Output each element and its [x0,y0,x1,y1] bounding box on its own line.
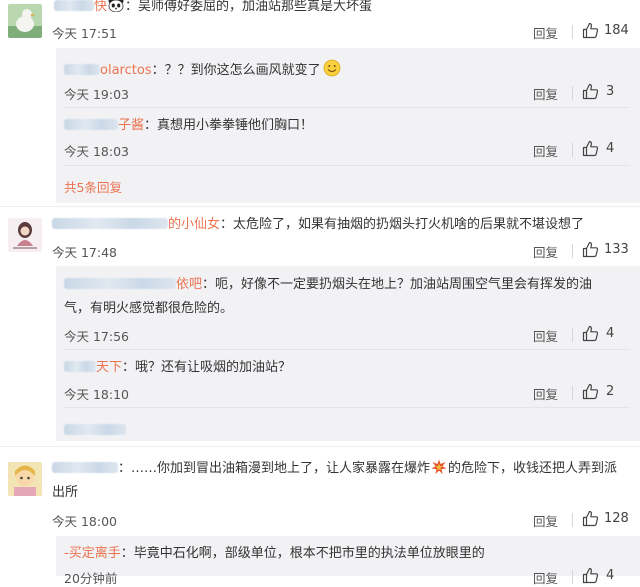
reply-username[interactable]: 天下 [96,360,122,375]
username-blur [52,218,168,229]
username-blur [64,278,176,289]
reply-button[interactable]: 回复 [533,242,558,261]
smile-emoji [323,59,341,83]
comment-username[interactable]: 的小仙女 [168,217,220,232]
comment-time: 今天 18:00 [52,514,117,529]
reply-username[interactable]: 子酱 [118,118,144,133]
divider [572,328,573,342]
divider [64,407,630,408]
reply-username[interactable]: olarctos [100,63,152,78]
username-blur [64,64,100,75]
divider [0,206,640,207]
reply-time: 今天 18:10 [64,387,129,402]
divider [64,107,630,108]
like-count: 2 [606,384,615,399]
avatar[interactable] [8,4,42,38]
divider [572,513,573,527]
reply-text: ：？？到你这怎么画风就变了 [151,63,321,78]
comment-time: 今天 17:51 [52,26,117,41]
reply-button[interactable]: 回复 [533,84,558,103]
reply-button[interactable]: 回复 [533,384,558,403]
avatar[interactable] [8,218,42,252]
reply-time: 今天 17:56 [64,329,129,344]
like-count: 133 [604,242,629,257]
thumbs-up-icon[interactable] [582,241,599,258]
reply-username[interactable]: 依吧 [176,277,202,292]
reply-button[interactable]: 回复 [533,326,558,345]
reply-button[interactable]: 回复 [533,568,558,587]
reply-text: ：毕竟中石化啊，部级单位，根本不把市里的执法单位放眼里的 [120,546,485,561]
divider [0,446,640,447]
divider [572,25,573,39]
reply-time: 今天 19:03 [64,87,129,102]
thumbs-up-icon[interactable] [582,383,599,400]
divider [64,165,630,166]
divider [572,143,573,157]
comment-username[interactable]: 快 [94,0,107,14]
like-count: 4 [606,141,615,156]
reply-text: ：呃，好像不一定要扔烟头在地上？加油站周围空气里会有挥发的油 [202,277,593,292]
thumbs-up-icon[interactable] [582,83,599,100]
thumbs-up-icon[interactable] [582,510,599,527]
view-more-replies-link[interactable]: 共5条回复 [64,177,122,196]
reply-button[interactable]: 回复 [533,141,558,160]
thumbs-up-icon[interactable] [582,325,599,342]
avatar[interactable] [8,462,42,496]
reply-text: ：哦？还有让吸烟的加油站？ [122,360,292,375]
like-count: 184 [604,23,629,38]
blurred-link[interactable] [64,423,126,438]
reply-button[interactable]: 回复 [533,511,558,530]
username-blur [52,462,118,473]
comment-text-line-2: 出所 [52,485,79,500]
username-blur [64,119,118,130]
like-count: 128 [604,511,629,526]
like-count: 4 [606,326,615,341]
divider [572,570,573,584]
thumbs-up-icon[interactable] [582,22,599,39]
reply-username[interactable]: -买定离手 [64,546,121,561]
divider [572,386,573,400]
username-blur [64,361,96,372]
explosion-emoji [431,459,447,481]
reply-time: 今天 18:03 [64,144,129,159]
reply-text-line-2: 气，有明火感觉都很危险的。 [64,301,234,316]
divider [64,349,630,350]
like-count: 3 [606,84,615,99]
divider [572,244,573,258]
reply-time: 20分钟前 [64,571,118,586]
comment-text-cont: 的危险下，收钱还把人弄到派 [448,461,618,476]
reply-text: ：真想用小拳拳锤他们胸口！ [144,118,314,133]
thumbs-up-icon[interactable] [582,140,599,157]
comment-text: ：太危险了，如果有抽烟的扔烟头打火机啥的后果就不堪设想了 [220,217,585,232]
reply-button[interactable]: 回复 [533,23,558,42]
comment-text: ：吴师傅好委屈的，加油站那些真是大坏蛋 [125,0,373,14]
panda-emoji [108,0,124,18]
divider [572,86,573,100]
comment-text: ：……你加到冒出油箱漫到地上了，让人家暴露在爆炸 [118,461,431,476]
username-blur [54,0,94,11]
comment-time: 今天 17:48 [52,245,117,260]
